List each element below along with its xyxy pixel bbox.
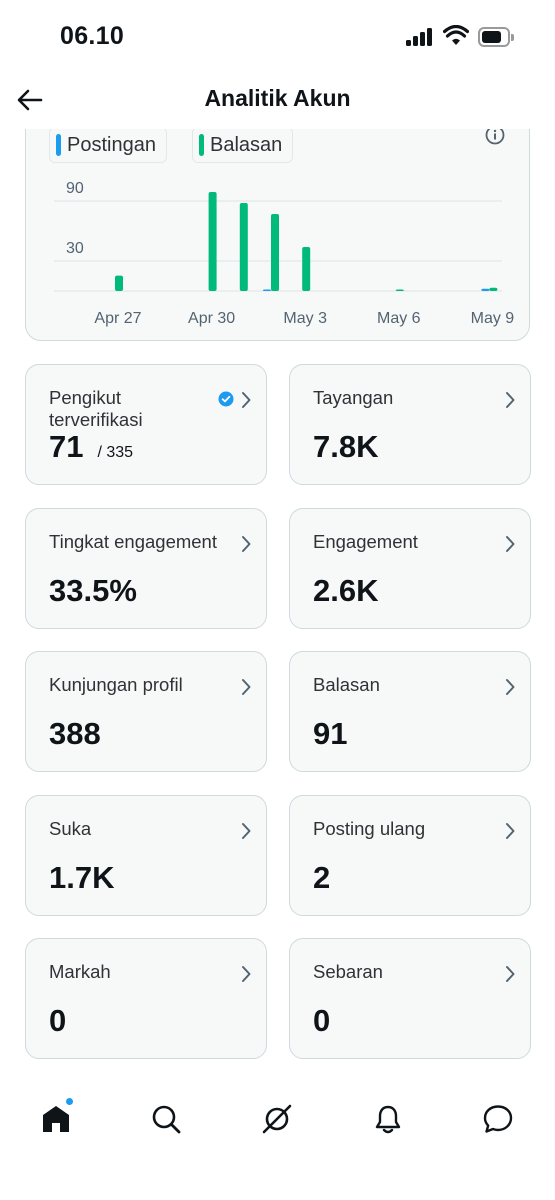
bar-balasan (395, 289, 404, 291)
metric-card[interactable]: Engagement 2.6K (289, 508, 531, 629)
battery-icon (478, 27, 514, 47)
chevron-right-icon (506, 536, 515, 552)
metric-value: 2.6K (313, 573, 378, 609)
metric-value: 91 (313, 716, 347, 752)
grok-icon (262, 1104, 292, 1134)
metric-value: 7.8K (313, 429, 378, 465)
metric-value-text: 2 (313, 860, 331, 895)
metric-label: Markah (49, 961, 111, 982)
chevron-right-icon (506, 679, 515, 695)
bar-balasan (302, 247, 311, 291)
chevron-right-icon (506, 823, 515, 839)
chevron-right-icon (506, 392, 515, 408)
metric-value: 33.5% (49, 573, 137, 609)
metric-value: 1.7K (49, 860, 114, 896)
status-time: 06.10 (60, 22, 125, 50)
status-bar: 06.10 (0, 0, 555, 78)
bottom-nav (0, 1085, 555, 1149)
notification-dot (65, 1097, 74, 1106)
metric-value: 388 (49, 716, 101, 752)
chevron-right-icon (242, 823, 251, 839)
metric-value-text: 388 (49, 716, 101, 751)
metric-label: Tayangan (313, 387, 394, 408)
metric-value-text: 33.5% (49, 573, 137, 608)
metric-card[interactable]: Markah 0 (25, 938, 267, 1059)
nav-search[interactable] (144, 1097, 188, 1141)
x-tick-label: May 6 (377, 310, 421, 327)
metric-label: Sebaran (313, 961, 383, 982)
bar-postingan (481, 288, 490, 291)
home-icon (43, 1106, 69, 1132)
nav-grok[interactable] (255, 1097, 299, 1141)
metric-value: 0 (313, 1003, 330, 1039)
metric-value: 71 / 335 (49, 429, 133, 465)
metric-card[interactable]: Suka 1.7K (25, 795, 267, 916)
search-icon (152, 1105, 181, 1134)
signal-icon (406, 28, 434, 46)
y-tick-label: 90 (66, 180, 84, 197)
metric-total: / 335 (97, 444, 134, 461)
x-tick-label: May 3 (283, 310, 327, 327)
metric-label: Pengikut terverifikasi (49, 387, 143, 430)
metric-label: Balasan (313, 674, 380, 695)
chevron-right-icon (506, 966, 515, 982)
nav-notifications[interactable] (366, 1097, 410, 1141)
bar-balasan (239, 203, 248, 291)
metric-value: 2 (313, 860, 330, 896)
metric-label: Posting ulang (313, 818, 426, 839)
metric-card[interactable]: Pengikut terverifikasi 71 / 335 (25, 364, 267, 485)
metric-label: Tingkat engagement (49, 531, 217, 552)
metric-card[interactable]: Tingkat engagement 33.5% (25, 508, 267, 629)
chevron-right-icon (242, 392, 251, 408)
metric-label: Engagement (313, 531, 418, 552)
metric-card[interactable]: Kunjungan profil 388 (25, 651, 267, 772)
bar-balasan (208, 192, 217, 291)
metric-value-text: 2.6K (313, 573, 379, 608)
bar-balasan (271, 214, 279, 291)
metric-label: Kunjungan profil (49, 674, 183, 695)
bar-postingan (263, 289, 271, 291)
metric-value-text: 91 (313, 716, 348, 751)
x-tick-label: Apr 27 (94, 310, 141, 327)
metric-label: Suka (49, 818, 92, 839)
metric-card[interactable]: Tayangan 7.8K (289, 364, 531, 485)
bell-icon (375, 1105, 401, 1134)
chart-card: Postingan Balasan 90 30 Apr 27 Apr 30 May 3M… (25, 100, 530, 341)
chevron-right-icon (242, 966, 251, 982)
metric-card[interactable]: Balasan 91 (289, 651, 531, 772)
nav-messages[interactable] (476, 1097, 520, 1141)
page-title: Analitik Akun (204, 85, 351, 111)
metric-value-text: 1.7K (49, 860, 115, 895)
header: Analitik Akun (0, 78, 555, 126)
chevron-right-icon (242, 536, 251, 552)
wifi-icon (443, 25, 469, 45)
metric-value-text: 0 (313, 1003, 331, 1038)
bar-chart: 90 30 Apr 27 Apr 30 May 3 May 6 May 9 (54, 180, 515, 327)
metric-value-text: 71 (49, 429, 84, 464)
metric-card[interactable]: Posting ulang 2 (289, 795, 531, 916)
bar-balasan (115, 275, 123, 291)
metric-value-text: 7.8K (313, 429, 379, 464)
x-tick-label: Apr 30 (188, 310, 235, 327)
chevron-right-icon (242, 679, 251, 695)
metric-value-text: 0 (49, 1003, 67, 1038)
messages-icon (483, 1105, 513, 1133)
metric-card[interactable]: Sebaran 0 (289, 938, 531, 1059)
verified-badge-icon (218, 391, 234, 407)
bar-balasan (489, 287, 498, 291)
nav-home[interactable] (34, 1097, 78, 1141)
metric-value: 0 (49, 1003, 66, 1039)
x-tick-label: May 9 (471, 310, 515, 327)
y-tick-label: 30 (66, 240, 84, 257)
